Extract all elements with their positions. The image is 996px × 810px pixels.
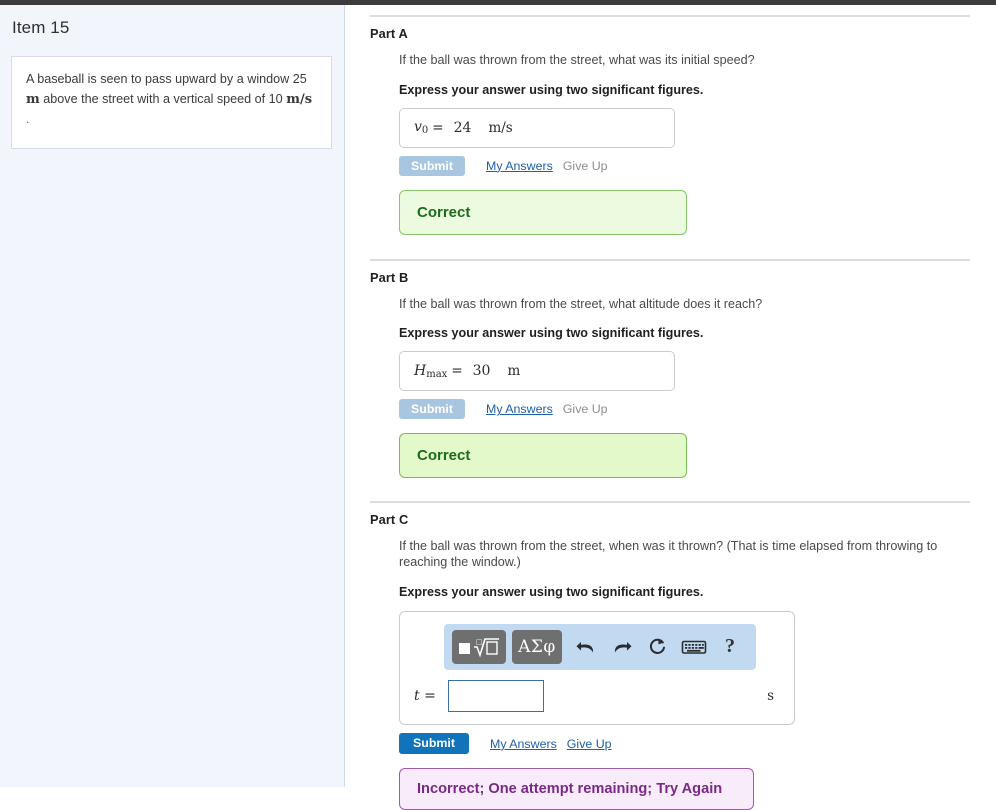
part-c: Part C If the ball was thrown from the s… — [370, 512, 983, 810]
parts-content: Part A If the ball was thrown from the s… — [345, 5, 996, 810]
part-b-feedback-correct: Correct — [399, 433, 687, 479]
problem-unit-meters: m — [26, 92, 40, 108]
help-button[interactable]: ? — [712, 630, 748, 664]
math-template-button[interactable]: □ — [452, 629, 506, 664]
svg-text:□: □ — [476, 638, 483, 646]
part-a-feedback-correct: Correct — [399, 189, 687, 235]
keyboard-button[interactable] — [676, 630, 712, 664]
part-b-equals: = — [451, 363, 463, 380]
part-b-answer-panel: Hmax = 30 m — [399, 351, 675, 392]
part-a-instruction: Express your answer using two significan… — [399, 82, 704, 97]
item-title: Item 15 — [12, 18, 70, 37]
part-b-instruction: Express your answer using two significan… — [399, 326, 704, 341]
part-b-unit: m — [507, 363, 521, 380]
part-divider-c — [370, 501, 970, 504]
part-c-label: Part C — [370, 512, 409, 528]
part-a-equals: = — [432, 119, 444, 136]
part-c-actions: Submit My Answers Give Up — [399, 733, 983, 755]
page-root: Item 15 A baseball is seen to pass upwar… — [0, 5, 996, 810]
part-a-answer-panel: v0 = 24 m/s — [399, 107, 675, 148]
part-c-question: If the ball was thrown from the street, … — [399, 539, 938, 570]
part-c-feedback-incorrect: Incorrect; One attempt remaining; Try Ag… — [399, 767, 754, 810]
part-b-value: 30 — [472, 363, 491, 380]
keyboard-icon — [681, 640, 707, 654]
part-a-actions: Submit My Answers Give Up — [399, 155, 983, 176]
part-divider-b — [370, 258, 970, 261]
part-c-instruction: Express your answer using two significan… — [399, 584, 704, 599]
redo-button[interactable] — [604, 630, 640, 664]
part-b-give-up-link: Give Up — [562, 402, 608, 417]
part-b-actions: Submit My Answers Give Up — [399, 399, 983, 420]
part-a: Part A If the ball was thrown from the s… — [370, 26, 983, 235]
problem-text-prefix: A baseball is seen to pass upward by a w… — [26, 72, 307, 86]
part-a-submit-button[interactable]: Submit — [399, 155, 465, 176]
problem-text-tail: . — [26, 112, 30, 127]
part-a-unit: m/s — [488, 119, 513, 136]
problem-unit-meters-per-second: m/s — [286, 92, 313, 108]
undo-icon — [576, 641, 594, 653]
part-a-my-answers-link[interactable]: My Answers — [486, 159, 553, 173]
part-a-label: Part A — [370, 26, 408, 41]
reset-button[interactable] — [640, 630, 676, 664]
part-a-question: If the ball was thrown from the street, … — [399, 53, 755, 67]
part-c-input-row: t = s — [414, 675, 782, 717]
part-c-submit-button[interactable]: Submit — [399, 733, 469, 755]
reset-icon — [649, 638, 665, 654]
problem-sidebar: Item 15 A baseball is seen to pass upwar… — [0, 5, 345, 787]
template-icon: □ — [459, 638, 499, 658]
part-a-give-up-link: Give Up — [562, 158, 608, 173]
problem-statement-box: A baseball is seen to pass upward by a w… — [11, 56, 332, 150]
part-c-variable-label: t = — [414, 687, 436, 704]
part-c-unit: s — [767, 687, 774, 704]
part-b-variable: Hmax — [414, 362, 448, 380]
part-b-label: Part B — [370, 269, 409, 285]
part-b-submit-button[interactable]: Submit — [399, 399, 465, 420]
greek-symbols-button[interactable]: ΑΣφ — [512, 629, 562, 664]
part-c-give-up-link[interactable]: Give Up — [567, 737, 612, 751]
part-b-my-answers-link[interactable]: My Answers — [486, 402, 553, 416]
part-divider-a — [370, 15, 970, 17]
problem-statement-text: A baseball is seen to pass upward by a w… — [26, 69, 317, 128]
part-a-variable: v0 — [414, 119, 429, 137]
math-toolbar: □ ΑΣφ ? — [444, 623, 756, 670]
undo-button[interactable] — [568, 630, 604, 664]
problem-text-mid: above the street with a vertical speed o… — [39, 92, 287, 107]
part-b: Part B If the ball was thrown from the s… — [370, 270, 983, 479]
part-a-value: 24 — [453, 119, 472, 136]
part-c-my-answers-link[interactable]: My Answers — [490, 737, 557, 751]
part-c-answer-editor: □ ΑΣφ ? t = s — [399, 610, 795, 725]
redo-icon — [614, 641, 632, 653]
part-b-question: If the ball was thrown from the street, … — [399, 296, 763, 311]
part-c-answer-input[interactable] — [448, 679, 544, 712]
